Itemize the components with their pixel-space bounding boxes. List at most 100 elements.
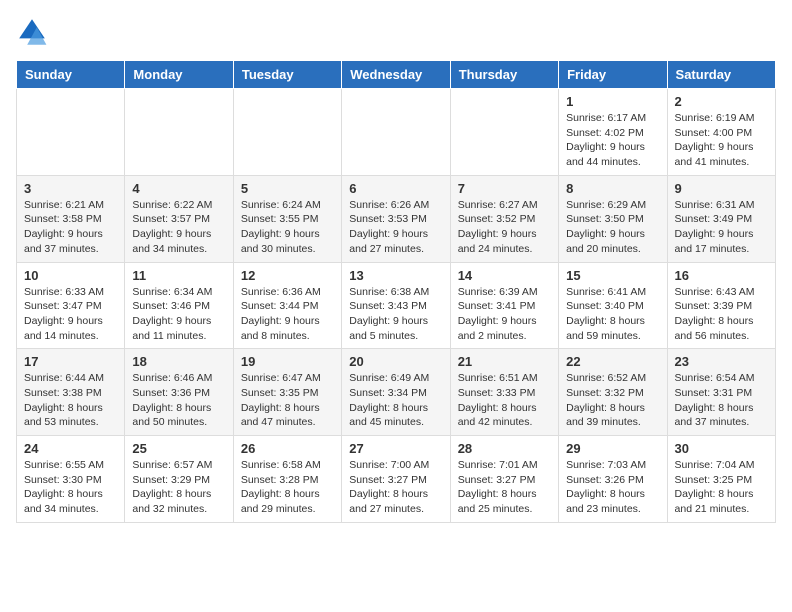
calendar-cell <box>450 89 558 176</box>
calendar-cell: 4 Sunrise: 6:22 AM Sunset: 3:57 PM Daylig… <box>125 175 233 262</box>
day-number: 17 <box>24 354 117 369</box>
day-info: Sunrise: 7:00 AM Sunset: 3:27 PM Dayligh… <box>349 458 442 517</box>
day-number: 20 <box>349 354 442 369</box>
calendar-cell: 21 Sunrise: 6:51 AM Sunset: 3:33 PM Dayli… <box>450 349 558 436</box>
calendar-cell: 18 Sunrise: 6:46 AM Sunset: 3:36 PM Dayli… <box>125 349 233 436</box>
calendar-cell: 15Sunrise: 6:41 AM Sunset: 3:40 PM Dayli… <box>559 262 667 349</box>
day-info: Sunrise: 6:51 AM Sunset: 3:33 PM Dayligh… <box>458 371 551 430</box>
calendar-cell: 7 Sunrise: 6:27 AM Sunset: 3:52 PM Daylig… <box>450 175 558 262</box>
calendar-cell: 11 Sunrise: 6:34 AM Sunset: 3:46 PM Dayli… <box>125 262 233 349</box>
day-info: Sunrise: 6:17 AM Sunset: 4:02 PM Dayligh… <box>566 111 659 170</box>
day-info: Sunrise: 7:01 AM Sunset: 3:27 PM Dayligh… <box>458 458 551 517</box>
calendar-table: SundayMondayTuesdayWednesdayThursdayFrid… <box>16 60 776 523</box>
day-number: 6 <box>349 181 442 196</box>
day-number: 13 <box>349 268 442 283</box>
calendar-cell: 10 Sunrise: 6:33 AM Sunset: 3:47 PM Dayli… <box>17 262 125 349</box>
day-info: Sunrise: 6:54 AM Sunset: 3:31 PM Dayligh… <box>675 371 768 430</box>
calendar-week-row: 10 Sunrise: 6:33 AM Sunset: 3:47 PM Dayli… <box>17 262 776 349</box>
day-number: 12 <box>241 268 334 283</box>
day-number: 14 <box>458 268 551 283</box>
day-number: 16 <box>675 268 768 283</box>
day-number: 26 <box>241 441 334 456</box>
day-info: Sunrise: 6:29 AM Sunset: 3:50 PM Dayligh… <box>566 198 659 257</box>
day-number: 30 <box>675 441 768 456</box>
day-info: Sunrise: 6:46 AM Sunset: 3:36 PM Dayligh… <box>132 371 225 430</box>
day-number: 2 <box>675 94 768 109</box>
day-number: 7 <box>458 181 551 196</box>
calendar-cell: 14 Sunrise: 6:39 AM Sunset: 3:41 PM Dayli… <box>450 262 558 349</box>
calendar-cell: 13 Sunrise: 6:38 AM Sunset: 3:43 PM Dayli… <box>342 262 450 349</box>
day-info: Sunrise: 6:22 AM Sunset: 3:57 PM Dayligh… <box>132 198 225 257</box>
calendar-cell: 2 Sunrise: 6:19 AM Sunset: 4:00 PM Daylig… <box>667 89 775 176</box>
calendar-cell: 8 Sunrise: 6:29 AM Sunset: 3:50 PM Daylig… <box>559 175 667 262</box>
day-number: 19 <box>241 354 334 369</box>
day-info: Sunrise: 6:31 AM Sunset: 3:49 PM Dayligh… <box>675 198 768 257</box>
calendar-header-row: SundayMondayTuesdayWednesdayThursdayFrid… <box>17 61 776 89</box>
day-number: 10 <box>24 268 117 283</box>
calendar-week-row: 1Sunrise: 6:17 AM Sunset: 4:02 PM Daylig… <box>17 89 776 176</box>
page-header <box>16 16 776 48</box>
day-info: Sunrise: 6:33 AM Sunset: 3:47 PM Dayligh… <box>24 285 117 344</box>
calendar-cell: 17 Sunrise: 6:44 AM Sunset: 3:38 PM Dayli… <box>17 349 125 436</box>
calendar-week-row: 3 Sunrise: 6:21 AM Sunset: 3:58 PM Daylig… <box>17 175 776 262</box>
calendar-cell: 24 Sunrise: 6:55 AM Sunset: 3:30 PM Dayli… <box>17 436 125 523</box>
day-info: Sunrise: 6:24 AM Sunset: 3:55 PM Dayligh… <box>241 198 334 257</box>
day-number: 27 <box>349 441 442 456</box>
weekday-header: Friday <box>559 61 667 89</box>
calendar-cell: 20Sunrise: 6:49 AM Sunset: 3:34 PM Dayli… <box>342 349 450 436</box>
calendar-cell: 28 Sunrise: 7:01 AM Sunset: 3:27 PM Dayli… <box>450 436 558 523</box>
day-info: Sunrise: 6:34 AM Sunset: 3:46 PM Dayligh… <box>132 285 225 344</box>
day-number: 4 <box>132 181 225 196</box>
day-info: Sunrise: 6:19 AM Sunset: 4:00 PM Dayligh… <box>675 111 768 170</box>
day-number: 5 <box>241 181 334 196</box>
weekday-header: Monday <box>125 61 233 89</box>
calendar-cell: 23Sunrise: 6:54 AM Sunset: 3:31 PM Dayli… <box>667 349 775 436</box>
calendar-cell: 16 Sunrise: 6:43 AM Sunset: 3:39 PM Dayli… <box>667 262 775 349</box>
day-number: 11 <box>132 268 225 283</box>
day-info: Sunrise: 7:03 AM Sunset: 3:26 PM Dayligh… <box>566 458 659 517</box>
calendar-cell: 12Sunrise: 6:36 AM Sunset: 3:44 PM Dayli… <box>233 262 341 349</box>
calendar-cell: 6 Sunrise: 6:26 AM Sunset: 3:53 PM Daylig… <box>342 175 450 262</box>
day-number: 28 <box>458 441 551 456</box>
day-number: 24 <box>24 441 117 456</box>
day-number: 3 <box>24 181 117 196</box>
calendar-cell: 30 Sunrise: 7:04 AM Sunset: 3:25 PM Dayli… <box>667 436 775 523</box>
day-info: Sunrise: 6:27 AM Sunset: 3:52 PM Dayligh… <box>458 198 551 257</box>
day-info: Sunrise: 6:21 AM Sunset: 3:58 PM Dayligh… <box>24 198 117 257</box>
calendar-cell: 22 Sunrise: 6:52 AM Sunset: 3:32 PM Dayli… <box>559 349 667 436</box>
weekday-header: Wednesday <box>342 61 450 89</box>
day-number: 8 <box>566 181 659 196</box>
calendar-cell <box>233 89 341 176</box>
weekday-header: Sunday <box>17 61 125 89</box>
calendar-cell: 19 Sunrise: 6:47 AM Sunset: 3:35 PM Dayli… <box>233 349 341 436</box>
calendar-cell <box>342 89 450 176</box>
calendar-cell <box>125 89 233 176</box>
day-info: Sunrise: 6:58 AM Sunset: 3:28 PM Dayligh… <box>241 458 334 517</box>
day-info: Sunrise: 6:55 AM Sunset: 3:30 PM Dayligh… <box>24 458 117 517</box>
calendar-cell: 25 Sunrise: 6:57 AM Sunset: 3:29 PM Dayli… <box>125 436 233 523</box>
weekday-header: Tuesday <box>233 61 341 89</box>
day-info: Sunrise: 7:04 AM Sunset: 3:25 PM Dayligh… <box>675 458 768 517</box>
logo <box>16 16 52 48</box>
day-number: 18 <box>132 354 225 369</box>
day-info: Sunrise: 6:57 AM Sunset: 3:29 PM Dayligh… <box>132 458 225 517</box>
day-number: 25 <box>132 441 225 456</box>
day-number: 22 <box>566 354 659 369</box>
day-info: Sunrise: 6:39 AM Sunset: 3:41 PM Dayligh… <box>458 285 551 344</box>
calendar-cell: 3 Sunrise: 6:21 AM Sunset: 3:58 PM Daylig… <box>17 175 125 262</box>
day-info: Sunrise: 6:38 AM Sunset: 3:43 PM Dayligh… <box>349 285 442 344</box>
calendar-cell <box>17 89 125 176</box>
calendar-cell: 27 Sunrise: 7:00 AM Sunset: 3:27 PM Dayli… <box>342 436 450 523</box>
day-info: Sunrise: 6:44 AM Sunset: 3:38 PM Dayligh… <box>24 371 117 430</box>
day-info: Sunrise: 6:47 AM Sunset: 3:35 PM Dayligh… <box>241 371 334 430</box>
weekday-header: Thursday <box>450 61 558 89</box>
day-info: Sunrise: 6:52 AM Sunset: 3:32 PM Dayligh… <box>566 371 659 430</box>
day-number: 21 <box>458 354 551 369</box>
day-info: Sunrise: 6:26 AM Sunset: 3:53 PM Dayligh… <box>349 198 442 257</box>
day-info: Sunrise: 6:43 AM Sunset: 3:39 PM Dayligh… <box>675 285 768 344</box>
logo-icon <box>16 16 48 48</box>
calendar-week-row: 24 Sunrise: 6:55 AM Sunset: 3:30 PM Dayli… <box>17 436 776 523</box>
calendar-cell: 1Sunrise: 6:17 AM Sunset: 4:02 PM Daylig… <box>559 89 667 176</box>
day-number: 9 <box>675 181 768 196</box>
weekday-header: Saturday <box>667 61 775 89</box>
